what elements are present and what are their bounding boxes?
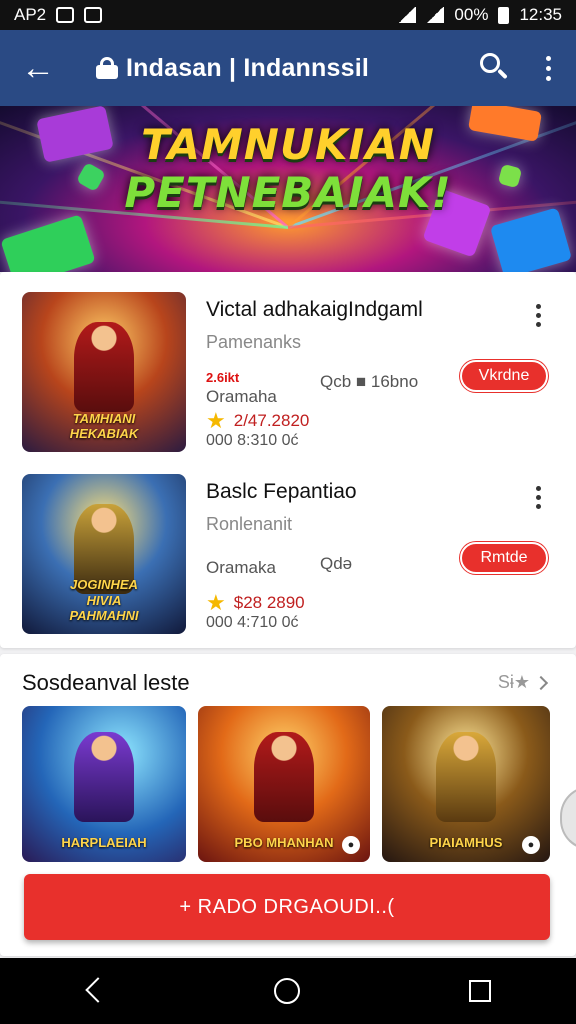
app-tag: 2.6ikt <box>206 370 240 385</box>
downloads: 000 8:310 0ć <box>206 432 299 449</box>
nav-home-icon[interactable] <box>273 978 300 1004</box>
clock: 12:35 <box>519 5 562 24</box>
tile-badge: ● <box>342 836 360 854</box>
notification-icon <box>56 7 75 23</box>
app-meta: 2.6ikt Oramaha <box>206 370 277 407</box>
app-developer: Pamenanks <box>206 332 302 352</box>
app-developer: Ronlenanit <box>206 514 293 534</box>
gem-decoration <box>489 207 573 272</box>
promo-banner[interactable]: TAMNUKIAN PETNEBAIAK! <box>0 106 576 272</box>
status-right: 00% 12:35 <box>398 5 562 25</box>
game-tile[interactable]: PIAIAMHUS ● <box>382 706 550 862</box>
rating-value: 2/47.2820 <box>233 411 310 430</box>
item-menu-icon[interactable] <box>526 480 550 514</box>
title-wrap: Indasan | Indannssil <box>96 54 472 83</box>
system-nav-bar <box>0 958 576 1024</box>
list-item[interactable]: TAMHIANI HEKABIAK Victal adhakaigIndgaml… <box>0 292 576 472</box>
rating-value: $28 2890 <box>233 593 305 612</box>
app-name: Victal adhakaigIndgaml <box>206 298 423 321</box>
apps-card: TAMHIANI HEKABIAK Victal adhakaigIndgaml… <box>0 272 576 648</box>
item-menu-icon[interactable] <box>526 298 550 332</box>
chevron-right-icon <box>533 675 549 690</box>
star-icon: ★ <box>206 590 226 615</box>
app-title: Indasan | Indannssil <box>126 53 369 82</box>
hero-figure <box>254 732 314 822</box>
banner-title-line2: PETNEBAIAK! <box>124 168 452 217</box>
status-bar: AP2 00% 12:35 <box>0 0 576 30</box>
overflow-menu-icon[interactable] <box>536 46 560 90</box>
signal-icon <box>426 7 445 23</box>
search-icon[interactable] <box>472 46 516 90</box>
lock-icon <box>96 57 118 79</box>
downloads: 000 4:710 0ć <box>206 614 299 631</box>
tile-label: HARPLAEIAH <box>61 835 147 850</box>
hero-figure <box>74 322 134 412</box>
hero-figure <box>74 732 134 822</box>
app-extra: Qcb ■ 16bno <box>320 372 419 391</box>
see-all-link[interactable]: Sɨ★ <box>497 672 549 693</box>
rating: ★ 2/47.2820 <box>206 408 309 434</box>
thumbnail-label: JOGINHEA HIVIA PAHMAHNI <box>69 577 139 624</box>
game-tile[interactable]: PBO MHANHAN ● <box>198 706 370 862</box>
app-meta: Oramaka <box>206 556 276 578</box>
app-category: Oramaha <box>206 387 277 406</box>
app-extra: Qdə <box>320 554 353 573</box>
app-name: Baslc Fepantiao <box>206 480 357 503</box>
back-arrow-icon[interactable]: ← <box>16 46 60 90</box>
recommended-section: Sosdeanval leste Sɨ★ HARPLAEIAH PBO MHAN… <box>0 654 576 956</box>
gem-decoration <box>0 214 96 272</box>
app-thumbnail[interactable]: JOGINHEA HIVIA PAHMAHNI <box>22 474 186 634</box>
carrier-label: AP2 <box>14 5 47 24</box>
mail-icon <box>84 7 103 23</box>
rating: ★ $28 2890 <box>206 590 305 616</box>
install-button[interactable]: Vkrdne <box>460 360 548 392</box>
star-icon: ★ <box>206 408 226 433</box>
banner-title-line1: TAMNUKIAN <box>141 120 435 169</box>
section-title: Sosdeanval leste <box>22 670 190 695</box>
install-button[interactable]: Rmtde <box>460 542 548 574</box>
primary-action-button[interactable]: + RADO DRGAOUDI..( <box>24 874 550 940</box>
nav-back-icon[interactable] <box>85 979 105 1003</box>
thumbnail-label: TAMHIANI HEKABIAK <box>69 410 139 442</box>
nav-recents-icon[interactable] <box>469 980 492 1002</box>
game-tile[interactable]: HARPLAEIAH <box>22 706 186 862</box>
tile-badge: ● <box>522 836 540 854</box>
wifi-icon <box>398 7 417 23</box>
app-thumbnail[interactable]: TAMHIANI HEKABIAK <box>22 292 186 452</box>
battery-icon <box>498 6 510 24</box>
status-left: AP2 <box>14 5 103 25</box>
see-all-label: Sɨ★ <box>497 672 530 692</box>
app-category: Oramaka <box>206 558 276 577</box>
app-bar: ← Indasan | Indannssil <box>0 30 576 106</box>
battery-percent: 00% <box>454 5 489 24</box>
hero-figure <box>436 732 496 822</box>
list-item[interactable]: JOGINHEA HIVIA PAHMAHNI Baslc Fepantiao … <box>0 474 576 654</box>
